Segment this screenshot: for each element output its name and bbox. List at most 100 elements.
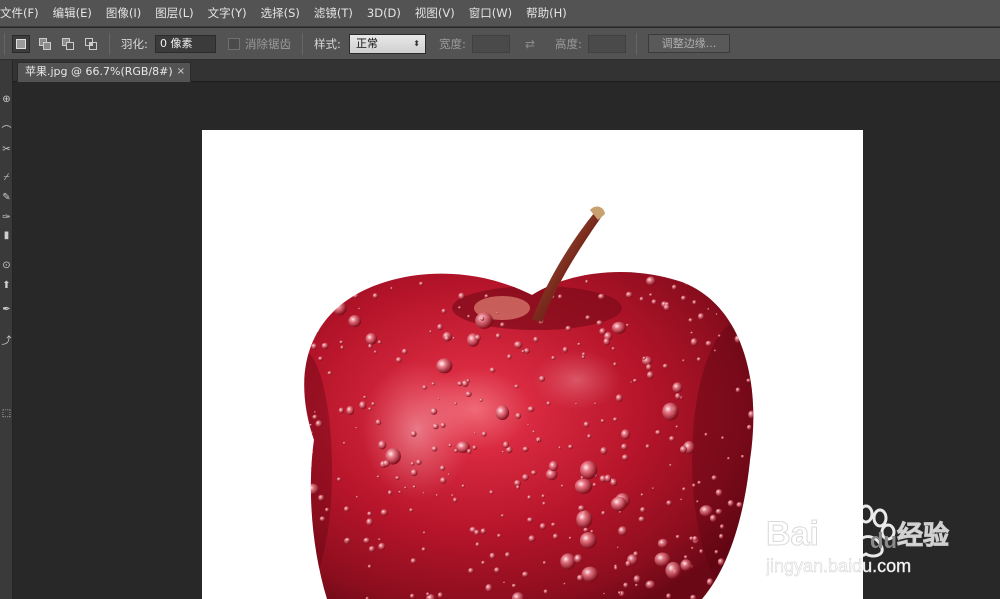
water-droplet <box>603 337 610 346</box>
water-droplet <box>395 357 402 363</box>
add-to-selection-button[interactable] <box>36 35 54 53</box>
menu-window[interactable]: 窗口(W) <box>462 5 519 21</box>
menu-3d[interactable]: 3D(D) <box>360 6 408 20</box>
crop-tool-icon[interactable]: ✂ <box>0 140 13 160</box>
water-droplet <box>711 475 717 481</box>
water-droplet <box>574 478 593 494</box>
menu-edit[interactable]: 编辑(E) <box>46 5 99 21</box>
quick-mask-icon[interactable]: ⬚ <box>0 404 13 424</box>
water-droplet <box>611 321 626 334</box>
document-tab-title: 苹果.jpg @ 66.7%(RGB/8#) <box>25 65 173 78</box>
subtract-from-selection-button[interactable] <box>59 35 77 53</box>
height-input[interactable] <box>588 35 626 53</box>
path-select-tool-icon[interactable]: ⬆ <box>0 276 13 296</box>
water-droplet <box>480 316 485 321</box>
width-input[interactable] <box>472 35 510 53</box>
new-selection-button[interactable] <box>12 35 30 53</box>
water-droplet <box>682 487 686 491</box>
brush-tool-icon[interactable]: ✎ <box>0 188 13 208</box>
water-droplet <box>343 441 346 445</box>
water-droplet <box>615 394 623 402</box>
swap-dimensions-icon[interactable]: ⇄ <box>525 28 535 60</box>
water-droplet <box>662 402 679 421</box>
water-droplet <box>623 582 629 588</box>
baidu-paw-logo: Bai du 经验 jingyan.baidu.com <box>765 504 949 576</box>
refine-edge-button[interactable]: 调整边缘... <box>648 34 730 53</box>
menu-image[interactable]: 图像(I) <box>99 5 148 21</box>
water-droplet <box>466 448 472 454</box>
width-label: 宽度: <box>439 37 466 51</box>
document-canvas[interactable] <box>202 130 863 599</box>
water-droplet <box>610 496 627 512</box>
menu-select[interactable]: 选择(S) <box>254 5 307 21</box>
water-droplet <box>431 446 438 452</box>
water-droplet <box>548 460 559 472</box>
feather-input[interactable]: 0 像素 <box>155 35 216 53</box>
water-droplet <box>343 506 350 512</box>
water-droplet <box>635 583 638 587</box>
menu-layer[interactable]: 图层(L) <box>148 5 200 21</box>
water-droplet <box>511 583 517 588</box>
water-droplet <box>560 553 576 570</box>
water-droplet <box>696 357 701 362</box>
menu-type[interactable]: 文字(Y) <box>201 5 254 21</box>
water-droplet <box>645 444 650 449</box>
menu-help[interactable]: 帮助(H) <box>519 5 574 21</box>
menu-view[interactable]: 视图(V) <box>408 5 462 21</box>
move-tool-icon[interactable]: ⊕ <box>0 90 13 110</box>
baidu-jingyan-watermark: Bai du 经验 jingyan.baidu.com <box>765 492 996 582</box>
new-selection-icon <box>16 39 26 49</box>
document-tab[interactable]: 苹果.jpg @ 66.7%(RGB/8#) × <box>17 62 191 82</box>
water-droplet <box>527 517 534 523</box>
antialias-checkbox[interactable] <box>228 38 240 50</box>
water-droplet <box>715 508 723 515</box>
water-droplet <box>596 320 603 326</box>
water-droplet <box>314 411 317 414</box>
water-droplet <box>600 419 605 423</box>
water-droplet <box>625 560 631 567</box>
water-droplet <box>563 582 566 585</box>
water-droplet <box>453 497 458 503</box>
water-droplet <box>461 380 469 387</box>
water-droplet <box>346 405 355 416</box>
water-droplet <box>645 580 656 589</box>
water-droplet <box>692 300 697 305</box>
water-droplet <box>444 335 450 342</box>
eyedropper-tool-icon[interactable]: ⌿ <box>0 168 13 188</box>
water-droplet <box>295 471 301 477</box>
water-droplet <box>410 469 418 477</box>
water-droplet <box>616 546 619 549</box>
style-dropdown[interactable]: 正常 ⬍ <box>349 34 426 54</box>
water-droplet <box>368 545 376 553</box>
water-droplet <box>475 542 480 547</box>
stamp-tool-icon[interactable]: ✑ <box>0 208 13 228</box>
water-droplet <box>675 393 681 400</box>
feather-label: 羽化: <box>121 37 148 51</box>
water-droplet <box>697 313 705 320</box>
dodge-tool-icon[interactable]: ⊙ <box>0 256 13 276</box>
water-droplet <box>718 334 721 338</box>
water-droplet <box>585 315 591 320</box>
water-droplet <box>709 514 717 522</box>
menu-file[interactable]: 文件(F) <box>0 5 46 21</box>
intersect-selection-button[interactable] <box>82 35 100 53</box>
water-droplet <box>367 564 372 569</box>
water-droplet <box>440 422 446 429</box>
apple-photo <box>295 206 754 599</box>
water-droplet <box>521 349 525 353</box>
hand-tool-icon[interactable]: ⤴ <box>0 332 13 352</box>
water-droplet <box>729 581 738 590</box>
water-droplet <box>481 560 486 565</box>
water-droplet <box>474 272 479 277</box>
menu-filter[interactable]: 滤镜(T) <box>307 5 360 21</box>
water-droplet <box>579 532 597 549</box>
water-droplet <box>704 432 708 437</box>
water-droplet <box>745 534 753 541</box>
lasso-tool-icon[interactable]: ⌒ <box>0 122 13 142</box>
close-icon[interactable]: × <box>177 63 185 81</box>
water-droplet <box>358 307 361 310</box>
water-droplet <box>590 529 594 534</box>
eraser-tool-icon[interactable]: ▮ <box>0 226 13 246</box>
water-droplet <box>565 325 572 331</box>
pen-tool-icon[interactable]: ✒ <box>0 300 13 320</box>
